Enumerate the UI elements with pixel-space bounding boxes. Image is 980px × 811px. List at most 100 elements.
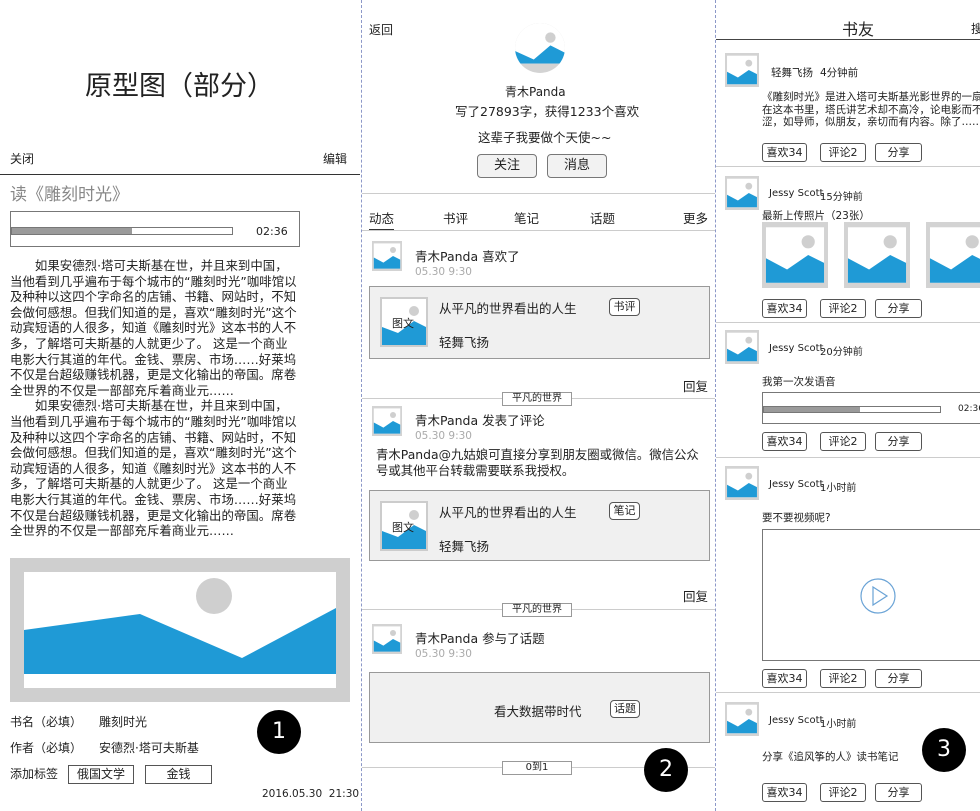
like-button[interactable]: 喜欢34 bbox=[762, 143, 807, 162]
photo-thumbnail[interactable] bbox=[844, 222, 910, 288]
tag-button[interactable]: 俄国文学 bbox=[68, 765, 134, 784]
post-divider bbox=[716, 692, 980, 693]
pager[interactable]: 0到1 bbox=[502, 761, 572, 775]
post-avatar[interactable] bbox=[722, 466, 762, 500]
comment-button[interactable]: 评论2 bbox=[820, 669, 866, 688]
article-line: 全世界的不仅是一部部充斥着商业元…… bbox=[10, 382, 234, 398]
close-button[interactable]: 关闭 bbox=[10, 150, 34, 167]
share-button[interactable]: 分享 bbox=[875, 669, 922, 688]
audio-player[interactable]: 02:36 bbox=[10, 211, 300, 247]
reply-button[interactable]: 回复 bbox=[683, 376, 708, 395]
voice-player[interactable]: 02:36 bbox=[762, 392, 980, 424]
like-button[interactable]: 喜欢34 bbox=[762, 299, 807, 318]
feed-topic-card[interactable]: 看大数据带时代 话题 bbox=[369, 672, 710, 743]
edit-button[interactable]: 编辑 bbox=[323, 150, 347, 167]
post-text: 《雕刻时光》是进入塔可夫斯基光影世界的一扇 在这本书里，塔氏讲艺术却不高冷，论电… bbox=[762, 91, 980, 129]
friends-title: 书友 bbox=[842, 20, 875, 39]
post-divider bbox=[716, 457, 980, 458]
post-divider bbox=[716, 166, 980, 167]
post-text-line: 涩，如导师，似朋友，亲切而有内容。除了…… bbox=[762, 116, 980, 128]
like-button[interactable]: 喜欢34 bbox=[762, 669, 807, 688]
post-user[interactable]: Jessy Scott bbox=[769, 479, 823, 490]
comment-button[interactable]: 评论2 bbox=[820, 143, 866, 162]
marker-badge: 2 bbox=[644, 748, 688, 792]
tabs-divider bbox=[362, 193, 715, 194]
article-line: 当他看到几乎遍布于每个城市的“雕刻时光”咖啡馆以 bbox=[10, 413, 297, 429]
feed-book-card[interactable]: 图文 从平凡的世界看出的人生 书评 轻舞飞扬 bbox=[369, 286, 710, 359]
video-player[interactable] bbox=[762, 529, 980, 661]
post-avatar[interactable] bbox=[722, 702, 762, 736]
feed-avatar[interactable] bbox=[369, 406, 405, 436]
card-badge: 书评 bbox=[609, 298, 640, 316]
comment-button[interactable]: 评论2 bbox=[820, 299, 866, 318]
share-button[interactable]: 分享 bbox=[875, 783, 922, 802]
article-line: 如果安德烈·塔可夫斯基在世，并且来到中国， bbox=[10, 258, 288, 273]
photo-thumbnail[interactable] bbox=[762, 222, 828, 288]
tab-notes[interactable]: 笔记 bbox=[514, 208, 539, 227]
post-time: 1小时前 bbox=[820, 719, 857, 730]
message-button[interactable]: 消息 bbox=[547, 154, 607, 178]
tags-label: 添加标签 bbox=[10, 767, 59, 781]
author-value[interactable]: 安德烈·塔可夫斯基 bbox=[99, 739, 199, 756]
image-placeholder-icon bbox=[926, 222, 980, 288]
back-button[interactable]: 返回 bbox=[369, 21, 393, 38]
post-user[interactable]: 轻舞飞扬 bbox=[771, 65, 813, 80]
post-avatar[interactable] bbox=[722, 53, 762, 87]
image-placeholder-icon bbox=[10, 558, 350, 702]
share-button[interactable]: 分享 bbox=[875, 143, 922, 162]
comment-button[interactable]: 评论2 bbox=[820, 432, 866, 451]
post-avatar[interactable] bbox=[722, 176, 762, 210]
profile-stats: 写了27893字，获得1233个喜欢 bbox=[455, 104, 640, 119]
card-author: 轻舞飞扬 bbox=[439, 539, 490, 554]
article-line: 会做何感想。但我们知道的是，喜欢“雕刻时光”这个 bbox=[10, 304, 297, 320]
tab-more[interactable]: 更多 bbox=[683, 208, 708, 227]
like-button[interactable]: 喜欢34 bbox=[762, 783, 807, 802]
share-button[interactable]: 分享 bbox=[875, 299, 922, 318]
feed-comment: 青木Panda@九姑娘可直接分享到朋友圈或微信。微信公众号或其他平台转载需要联系… bbox=[376, 447, 699, 478]
play-icon[interactable] bbox=[858, 576, 898, 616]
like-button[interactable]: 喜欢34 bbox=[762, 432, 807, 451]
article-line: 动宾短语的人很多，知道《雕刻时光》这本书的人不 bbox=[10, 320, 297, 336]
post-user[interactable]: Jessy Scott bbox=[769, 343, 823, 354]
post-time: 20分钟前 bbox=[820, 347, 863, 358]
feed-book-card[interactable]: 图文 从平凡的世界看出的人生 笔记 轻舞飞扬 bbox=[369, 490, 710, 561]
tag-button[interactable]: 金钱 bbox=[145, 765, 212, 784]
post-user[interactable]: Jessy Scott bbox=[769, 188, 823, 199]
tab-topics[interactable]: 话题 bbox=[590, 208, 615, 227]
feed-avatar[interactable] bbox=[369, 624, 405, 654]
card-author: 轻舞飞扬 bbox=[439, 335, 490, 350]
tabs-bottom-divider bbox=[362, 230, 715, 231]
reply-button[interactable]: 回复 bbox=[683, 586, 708, 605]
post-user[interactable]: Jessy Scott bbox=[769, 715, 823, 726]
comment-button[interactable]: 评论2 bbox=[820, 783, 866, 802]
feed-avatar[interactable] bbox=[369, 241, 405, 271]
post-datetime: 2016.05.30 21:30 bbox=[262, 788, 360, 800]
cover-image[interactable] bbox=[10, 558, 350, 702]
topic-title: 看大数据带时代 bbox=[494, 704, 582, 719]
tab-reviews[interactable]: 书评 bbox=[443, 208, 468, 227]
share-button[interactable]: 分享 bbox=[875, 432, 922, 451]
audio-progress-fill bbox=[12, 228, 132, 234]
image-placeholder-icon bbox=[762, 222, 828, 288]
title-divider bbox=[716, 39, 980, 40]
profile-username: 青木Panda bbox=[505, 85, 566, 99]
audio-progress-track[interactable] bbox=[11, 227, 233, 235]
book-name-value[interactable]: 雕刻时光 bbox=[99, 713, 147, 730]
article-line: 不仅是台超级赚钱机器，更是文化输出的帝国。席卷 bbox=[10, 507, 297, 523]
source-tag[interactable]: 平凡的世界 bbox=[502, 392, 572, 406]
post-avatar[interactable] bbox=[722, 330, 762, 364]
source-tag[interactable]: 平凡的世界 bbox=[502, 603, 572, 617]
voice-progress-track[interactable] bbox=[763, 406, 941, 413]
card-book-title: 从平凡的世界看出的人生 bbox=[439, 301, 577, 316]
search-icon[interactable]: 搜 bbox=[971, 20, 980, 37]
card-badge: 话题 bbox=[610, 700, 640, 718]
feed-time: 05.30 9:30 bbox=[415, 430, 472, 442]
photo-thumbnail[interactable] bbox=[926, 222, 980, 288]
section-divider bbox=[715, 0, 716, 811]
profile-avatar[interactable] bbox=[514, 22, 566, 74]
follow-button[interactable]: 关注 bbox=[477, 154, 537, 178]
tab-dynamic[interactable]: 动态 bbox=[369, 208, 395, 231]
post-time: 1小时前 bbox=[820, 483, 857, 494]
post-divider bbox=[716, 322, 980, 323]
article-line: 及种种以这四个字命名的店铺、书籍、网站时，不知 bbox=[10, 429, 297, 445]
